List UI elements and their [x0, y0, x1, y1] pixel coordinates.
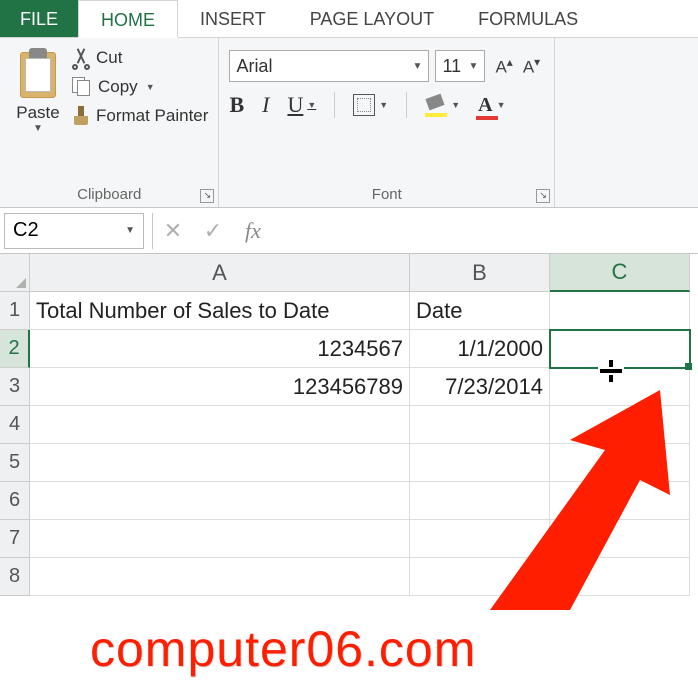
font-size-combo[interactable]: 11 ▼	[435, 50, 485, 82]
chevron-down-icon: ▼	[451, 100, 460, 110]
bold-button[interactable]: B	[229, 92, 244, 118]
tab-page-layout[interactable]: PAGE LAYOUT	[288, 0, 456, 37]
column-header-a[interactable]: A	[30, 254, 410, 292]
row-header-2[interactable]: 2	[0, 330, 30, 368]
paste-dropdown-icon[interactable]: ▼	[33, 123, 43, 134]
ribbon-tabs: FILE HOME INSERT PAGE LAYOUT FORMULAS	[0, 0, 698, 38]
cell-b1[interactable]: Date	[410, 292, 550, 330]
increase-font-button[interactable]: A▴	[491, 53, 516, 80]
format-painter-label: Format Painter	[96, 106, 208, 126]
row-header-6[interactable]: 6	[0, 482, 30, 520]
chevron-down-icon: ▼	[125, 225, 135, 236]
tab-insert[interactable]: INSERT	[178, 0, 288, 37]
font-family-value: Arial	[236, 56, 272, 77]
paste-icon	[16, 48, 60, 100]
clipboard-expand-icon[interactable]: ↘	[200, 189, 214, 203]
name-box-value: C2	[13, 219, 39, 242]
row-header-7[interactable]: 7	[0, 520, 30, 558]
formula-bar: C2 ▼ ✕ ✓ fx	[0, 208, 698, 254]
annotation-arrow-icon	[340, 380, 698, 660]
paste-label: Paste	[16, 103, 59, 123]
select-all-corner[interactable]	[0, 254, 30, 292]
italic-button[interactable]: I	[262, 92, 269, 118]
insert-function-button[interactable]: fx	[233, 213, 273, 249]
font-size-value: 11	[442, 56, 461, 77]
column-headers: A B C	[0, 254, 698, 292]
border-icon	[353, 94, 375, 116]
name-box[interactable]: C2 ▼	[4, 213, 144, 249]
row-header-3[interactable]: 3	[0, 368, 30, 406]
chevron-down-icon: ▼	[413, 61, 423, 72]
separator	[406, 92, 407, 118]
cut-label: Cut	[96, 48, 122, 68]
brush-icon	[72, 106, 90, 126]
row-headers: 1 2 3 4 5 6 7 8	[0, 292, 30, 596]
underline-button[interactable]: U▼	[287, 92, 316, 118]
cancel-formula-button[interactable]: ✕	[153, 213, 193, 249]
row-header-5[interactable]: 5	[0, 444, 30, 482]
ribbon: Paste ▼ Cut Copy ▼ Format Painter	[0, 38, 698, 208]
cut-button[interactable]: Cut	[72, 48, 208, 68]
copy-icon	[72, 77, 92, 97]
copy-button[interactable]: Copy ▼	[72, 77, 208, 97]
separator	[334, 92, 335, 118]
group-font: Arial ▼ 11 ▼ A▴ A▾ B I U▼	[219, 38, 555, 207]
row-header-1[interactable]: 1	[0, 292, 30, 330]
borders-button[interactable]: ▼	[353, 94, 388, 116]
cell-b2[interactable]: 1/1/2000	[410, 330, 550, 368]
tab-formulas[interactable]: FORMULAS	[456, 0, 600, 37]
chevron-down-icon: ▼	[307, 100, 316, 110]
column-header-b[interactable]: B	[410, 254, 550, 292]
clipboard-group-label: Clipboard ↘	[10, 182, 208, 205]
row-header-4[interactable]: 4	[0, 406, 30, 444]
paste-button[interactable]: Paste ▼	[10, 44, 66, 138]
chevron-down-icon: ▼	[469, 61, 479, 72]
tab-home[interactable]: HOME	[78, 0, 178, 38]
fill-icon	[425, 96, 447, 114]
copy-dropdown-icon[interactable]: ▼	[146, 82, 155, 92]
column-header-c[interactable]: C	[550, 254, 690, 292]
fill-color-button[interactable]: ▼	[425, 96, 460, 114]
copy-label: Copy	[98, 77, 138, 97]
format-painter-button[interactable]: Format Painter	[72, 106, 208, 126]
cell-a2[interactable]: 1234567	[30, 330, 410, 368]
chevron-down-icon: ▼	[497, 100, 506, 110]
accept-formula-button[interactable]: ✓	[193, 213, 233, 249]
tab-file[interactable]: FILE	[0, 0, 78, 37]
decrease-font-button[interactable]: A▾	[519, 53, 544, 80]
font-expand-icon[interactable]: ↘	[536, 189, 550, 203]
group-clipboard: Paste ▼ Cut Copy ▼ Format Painter	[0, 38, 219, 207]
font-group-label: Font ↘	[229, 182, 544, 205]
formula-input[interactable]	[273, 213, 698, 249]
font-color-button[interactable]: A ▼	[478, 94, 505, 117]
scissors-icon	[72, 48, 90, 68]
chevron-down-icon: ▼	[379, 100, 388, 110]
row-header-8[interactable]: 8	[0, 558, 30, 596]
font-family-combo[interactable]: Arial ▼	[229, 50, 429, 82]
cell-c1[interactable]	[550, 292, 690, 330]
cell-a1[interactable]: Total Number of Sales to Date	[30, 292, 410, 330]
cell-cursor-icon	[600, 360, 622, 382]
